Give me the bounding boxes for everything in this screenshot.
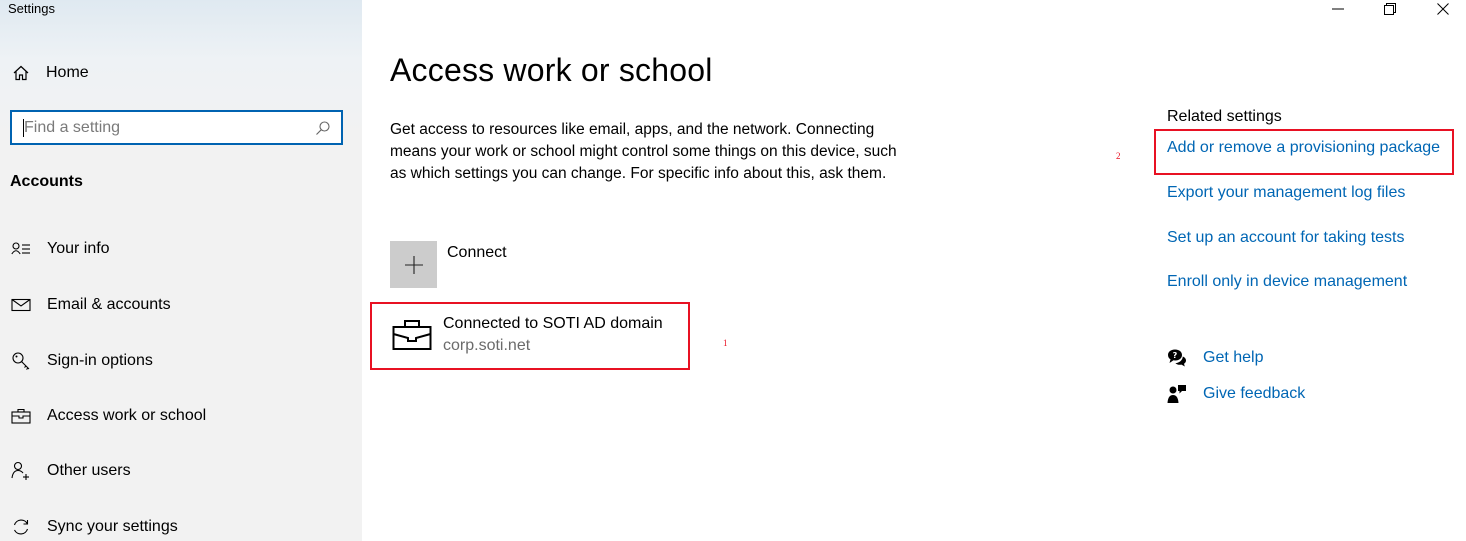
search-box[interactable] xyxy=(10,110,343,145)
link-enroll-device-management[interactable]: Enroll only in device management xyxy=(1167,273,1407,291)
minimize-button[interactable] xyxy=(1315,0,1361,18)
text-caret xyxy=(23,119,24,137)
search-input[interactable] xyxy=(12,112,313,143)
sidebar-item-access-work-school[interactable]: Access work or school xyxy=(10,401,206,431)
search-icon[interactable] xyxy=(313,118,333,138)
feedback-icon xyxy=(1166,383,1188,405)
plus-icon xyxy=(390,241,437,288)
sidebar: Settings Home Accounts Your info Email &… xyxy=(0,0,362,541)
sidebar-item-email-accounts[interactable]: Email & accounts xyxy=(10,290,171,320)
annotation-marker-2: 2 xyxy=(1116,151,1121,161)
minimize-icon xyxy=(1332,8,1344,10)
svg-text:?: ? xyxy=(1173,351,1178,360)
link-export-log-files[interactable]: Export your management log files xyxy=(1167,184,1405,202)
give-feedback-link[interactable]: Give feedback xyxy=(1166,383,1305,405)
account-domain: corp.soti.net xyxy=(443,337,531,354)
account-title: Connected to SOTI AD domain xyxy=(443,315,663,332)
sidebar-item-your-info[interactable]: Your info xyxy=(10,234,110,264)
sidebar-item-label: Email & accounts xyxy=(47,296,171,313)
related-settings-title: Related settings xyxy=(1167,108,1282,125)
key-icon xyxy=(10,350,32,372)
person-add-icon xyxy=(10,460,32,482)
close-icon xyxy=(1437,3,1449,15)
sidebar-item-sign-in-options[interactable]: Sign-in options xyxy=(10,346,153,376)
link-account-taking-tests[interactable]: Set up an account for taking tests xyxy=(1167,229,1404,247)
connect-label: Connect xyxy=(447,244,507,261)
mail-icon xyxy=(10,294,32,316)
sidebar-item-label: Sign-in options xyxy=(47,352,153,369)
restore-icon xyxy=(1384,3,1396,15)
give-feedback-label: Give feedback xyxy=(1203,385,1306,402)
home-label: Home xyxy=(46,64,89,81)
sync-icon xyxy=(10,516,32,538)
window-title: Settings xyxy=(8,1,55,16)
restore-button[interactable] xyxy=(1367,0,1413,18)
person-list-icon xyxy=(10,238,32,260)
get-help-link[interactable]: ? Get help xyxy=(1166,347,1263,369)
connected-account-item[interactable]: Connected to SOTI AD domain corp.soti.ne… xyxy=(370,302,690,370)
link-provisioning-package[interactable]: Add or remove a provisioning package xyxy=(1167,139,1440,157)
page-description: Get access to resources like email, apps… xyxy=(390,121,897,182)
sidebar-item-label: Your info xyxy=(47,240,110,257)
sidebar-item-label: Other users xyxy=(47,462,131,479)
get-help-label: Get help xyxy=(1203,349,1264,366)
briefcase-icon xyxy=(10,405,32,427)
sidebar-item-label: Sync your settings xyxy=(47,518,178,535)
connect-button[interactable]: Connect xyxy=(390,241,507,288)
sidebar-item-label: Access work or school xyxy=(47,407,207,424)
close-button[interactable] xyxy=(1420,0,1466,18)
sidebar-item-other-users[interactable]: Other users xyxy=(10,456,131,486)
annotation-marker-1: 1 xyxy=(723,338,728,348)
home-nav-item[interactable]: Home xyxy=(10,58,89,88)
home-icon xyxy=(10,62,32,84)
page-title: Access work or school xyxy=(390,52,713,88)
sidebar-section-title: Accounts xyxy=(10,173,83,190)
help-chat-icon: ? xyxy=(1166,347,1188,369)
sidebar-item-sync-settings[interactable]: Sync your settings xyxy=(10,512,178,541)
briefcase-icon xyxy=(392,319,432,351)
